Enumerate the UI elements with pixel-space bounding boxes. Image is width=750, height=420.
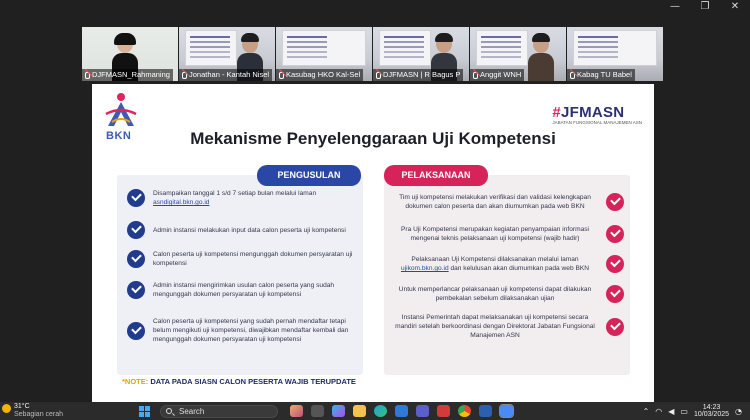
word-icon[interactable] [479, 405, 492, 417]
store-icon[interactable] [395, 405, 408, 417]
windows-start-icon[interactable] [139, 406, 150, 417]
mic-muted-icon [85, 71, 90, 79]
edge-icon[interactable] [374, 405, 387, 417]
chrome-icon[interactable] [458, 405, 471, 417]
search-icon [166, 408, 172, 414]
taskbar-search[interactable]: Search [160, 405, 278, 418]
mic-muted-icon [376, 71, 381, 79]
taskbar-apps [290, 404, 514, 418]
zoom-app-icon[interactable] [499, 404, 514, 418]
mic-muted-icon [570, 71, 575, 79]
participant-name: DJFMASN | R Bagus P [383, 70, 461, 79]
participant-tile[interactable]: Anggit WNH [470, 27, 566, 81]
pelaksanaan-card: Tim uji kompetensi melakukan verifikasi … [384, 175, 630, 375]
participant-name: Jonathan - Kantah Nisel [189, 70, 270, 79]
list-item: Calon peserta uji kompetensi mengunggah … [127, 250, 355, 268]
bkn-emblem-icon [105, 93, 137, 126]
check-icon [606, 255, 624, 273]
widget-app-icon[interactable] [290, 405, 303, 417]
check-icon [606, 225, 624, 243]
shared-slide-thumbnail [476, 30, 528, 66]
clock[interactable]: 14:23 10/03/2025 [694, 404, 729, 419]
participant-tile[interactable]: Kabag TU Babel [567, 27, 663, 81]
teams-icon[interactable] [416, 405, 429, 417]
jfmasn-logo: #JFMASN JABATAN FUNGSIONAL MANAJEMEN ASN [552, 104, 642, 125]
clock-date: 10/03/2025 [693, 411, 730, 418]
mail-icon[interactable] [437, 405, 450, 417]
chevron-up-icon[interactable]: ⌃ [643, 407, 650, 416]
minimize-button[interactable]: — [660, 0, 690, 16]
tab-pelaksanaan: PELAKSANAAN [384, 165, 488, 186]
asndigital-link[interactable]: asndigital.bkn.go.id [153, 199, 209, 206]
shared-slide-thumbnail [185, 30, 237, 66]
tab-pengusulan: PENGUSULAN [257, 165, 361, 186]
participant-strip: DJFMASN_Rahmaning Jonathan - Kantah Nise… [82, 27, 664, 81]
mic-muted-icon [182, 71, 187, 79]
shared-slide-thumbnail [379, 30, 431, 66]
check-icon [127, 189, 145, 207]
clock-time: 14:23 [702, 403, 721, 411]
task-view-icon[interactable] [311, 405, 324, 417]
list-item: Calon peserta uji kompetensi yang sudah … [127, 317, 355, 344]
check-icon [606, 317, 624, 336]
check-icon [127, 321, 145, 340]
shared-slide-thumbnail [282, 30, 366, 66]
participant-name: DJFMASN_Rahmaning [92, 70, 170, 79]
slide-title: Mekanisme Penyelenggaraan Uji Kompetensi [190, 129, 556, 148]
shared-screen-slide: BKN #JFMASN JABATAN FUNGSIONAL MANAJEMEN… [92, 84, 654, 402]
list-item: Pelaksanaan Uji Kompetensi dilaksanakan … [392, 255, 624, 273]
participant-tile[interactable]: DJFMASN_Rahmaning [82, 27, 178, 81]
participant-tile[interactable]: Jonathan - Kantah Nisel [179, 27, 275, 81]
check-icon [606, 285, 624, 303]
list-item: Admin instansi mengirimkan usulan calon … [127, 281, 355, 299]
mic-muted-icon [473, 71, 478, 79]
list-item: Instansi Pemerintah dapat melaksanakan u… [392, 313, 624, 340]
list-item: Admin instansi melakukan input data calo… [127, 221, 355, 239]
weather-widget[interactable]: 31°C Sebagian cerah [2, 403, 63, 418]
window-controls: — ❐ ✕ [660, 0, 750, 16]
check-icon [127, 281, 145, 299]
list-item: Pra Uji Kompetensi merupakan kegiatan pe… [392, 225, 624, 243]
weather-temp: 31°C [14, 403, 30, 410]
file-explorer-icon[interactable] [353, 405, 366, 417]
system-tray: ⌃ ◠ ◀ ▭ 14:23 10/03/2025 ◔ [643, 403, 742, 419]
close-button[interactable]: ✕ [720, 0, 750, 16]
copilot-icon[interactable] [332, 405, 345, 417]
wifi-icon[interactable]: ◠ [655, 407, 662, 416]
check-icon [127, 250, 145, 268]
mic-muted-icon [279, 71, 284, 79]
volume-icon[interactable]: ◀ [668, 407, 674, 416]
ujikom-link[interactable]: ujikom.bkn.go.id [401, 265, 449, 272]
check-icon [127, 221, 145, 239]
restore-button[interactable]: ❐ [690, 0, 720, 16]
participant-name: Kabag TU Babel [577, 70, 632, 79]
list-item: Untuk memperlancar pelaksanaan uji kompe… [392, 285, 624, 303]
sun-icon [2, 404, 11, 413]
weather-condition: Sebagian cerah [14, 410, 64, 418]
participant-name: Kasubag HKO Kal-Sel [286, 70, 361, 79]
notification-bell-icon[interactable]: ◔ [735, 407, 742, 416]
check-icon [606, 193, 624, 211]
list-item: Tim uji kompetensi melakukan verifikasi … [392, 193, 624, 211]
participant-tile[interactable]: Kasubag HKO Kal-Sel [276, 27, 372, 81]
pengusulan-card: Disampaikan tanggal 1 s/d 7 setiap bulan… [117, 175, 363, 375]
battery-icon[interactable]: ▭ [680, 407, 688, 416]
search-placeholder: Search [179, 407, 205, 416]
jfmasn-tagline: JABATAN FUNGSIONAL MANAJEMEN ASN [552, 120, 642, 125]
participant-video [528, 33, 554, 81]
slide-note: *NOTE: DATA PADA SIASN CALON PESERTA WAJ… [122, 377, 356, 386]
participant-tile[interactable]: DJFMASN | R Bagus P [373, 27, 469, 81]
shared-slide-thumbnail [573, 30, 657, 66]
screen: — ❐ ✕ DJFMASN_Rahmaning Jonathan - Kanta… [0, 0, 750, 420]
list-item: Disampaikan tanggal 1 s/d 7 setiap bulan… [127, 189, 355, 207]
participant-name: Anggit WNH [480, 70, 522, 79]
